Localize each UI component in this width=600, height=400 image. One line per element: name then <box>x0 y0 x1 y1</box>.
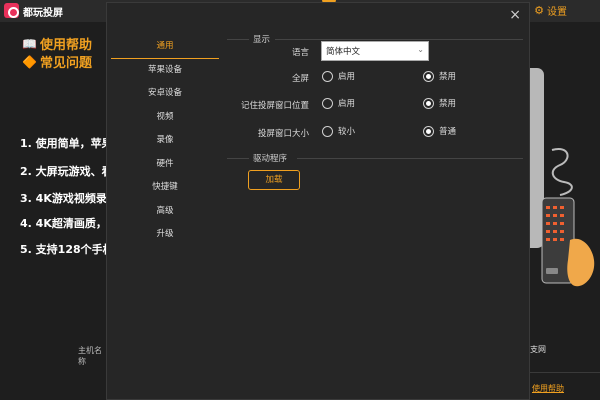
right-text: 支网 <box>530 345 546 354</box>
left-panel: 📖 使用帮助 🔶 常见问题 1. 使用简单，苹果 2. 大屏玩游戏、看 3. 4… <box>0 22 118 400</box>
nav-item-advanced[interactable]: 高级 <box>111 200 219 224</box>
help-link-faq[interactable]: 🔶 常见问题 <box>22 52 92 72</box>
nav-item-shortcuts[interactable]: 快捷键 <box>111 176 219 200</box>
fullscreen-label: 全屏 <box>291 74 309 84</box>
app-logo-icon <box>4 3 19 18</box>
size-normal-radio[interactable]: 普通 <box>423 125 456 137</box>
radio-circle <box>322 70 333 82</box>
settings-label: 设置 <box>547 7 567 18</box>
radio-label: 禁用 <box>439 99 457 109</box>
section-divider <box>297 158 523 159</box>
feature-line: 3. 4K游戏视频录制 <box>20 192 118 205</box>
feature-line: 1. 使用简单，苹果 <box>20 137 113 150</box>
nav-item-hardware[interactable]: 硬件 <box>111 153 219 177</box>
settings-dialog: × 通用 苹果设备 安卓设备 视频 录像 硬件 快捷键 高级 升级 显示 语言 … <box>106 2 530 400</box>
remember-enable-radio[interactable]: 启用 <box>322 97 355 109</box>
app-title: 都玩投屏 <box>23 8 63 19</box>
phone-illustration <box>541 148 595 287</box>
size-small-radio[interactable]: 较小 <box>322 125 355 137</box>
language-select[interactable]: 简体中文 ⌄ <box>321 41 429 61</box>
remember-position-label: 记住投屏窗口位置 <box>240 101 309 111</box>
divider <box>530 372 600 373</box>
book-icon: 📖 <box>22 36 37 51</box>
radio-label: 启用 <box>338 99 356 109</box>
fullscreen-enable-radio[interactable]: 启用 <box>322 70 355 82</box>
faq-icon: 🔶 <box>22 54 37 69</box>
fullscreen-disable-radio[interactable]: 禁用 <box>423 70 456 82</box>
section-divider <box>227 158 249 159</box>
language-label: 语言 <box>291 48 309 58</box>
settings-button[interactable]: ⚙ 设置 <box>534 3 567 18</box>
help-link-label: 常见问题 <box>39 56 92 71</box>
close-button[interactable]: × <box>509 7 521 23</box>
window-size-label: 投屏窗口大小 <box>257 129 309 139</box>
feature-line: 5. 支持128个手机 <box>20 243 114 256</box>
feature-line: 2. 大屏玩游戏、看 <box>20 165 113 178</box>
radio-label: 普通 <box>439 127 457 137</box>
radio-label: 较小 <box>338 127 356 137</box>
load-driver-button[interactable]: 加载 <box>248 170 300 190</box>
radio-circle <box>322 97 333 109</box>
settings-nav: 通用 苹果设备 安卓设备 视频 录像 硬件 快捷键 高级 升级 <box>111 35 219 247</box>
radio-circle-selected <box>423 125 434 137</box>
section-divider <box>275 39 523 40</box>
radio-circle-selected <box>423 97 434 109</box>
nav-item-upgrade[interactable]: 升级 <box>111 223 219 247</box>
help-link-label: 使用帮助 <box>39 38 92 53</box>
help-link-usage[interactable]: 📖 使用帮助 <box>22 34 92 54</box>
radio-label: 启用 <box>338 72 356 82</box>
language-value: 简体中文 <box>326 47 361 57</box>
host-name-label: 主机名称 <box>78 346 102 366</box>
remember-disable-radio[interactable]: 禁用 <box>423 97 456 109</box>
radio-circle-selected <box>423 70 434 82</box>
feature-line: 4. 4K超清画质，6 <box>20 217 115 230</box>
section-divider <box>227 39 249 40</box>
gear-icon: ⚙ <box>534 4 544 17</box>
radio-circle <box>322 125 333 137</box>
right-help-link[interactable]: 使用帮助 <box>532 383 564 394</box>
chevron-down-icon: ⌄ <box>417 45 424 54</box>
radio-label: 禁用 <box>439 72 457 82</box>
section-title-display: 显示 <box>253 35 271 45</box>
section-title-driver: 驱动程序 <box>253 154 288 164</box>
